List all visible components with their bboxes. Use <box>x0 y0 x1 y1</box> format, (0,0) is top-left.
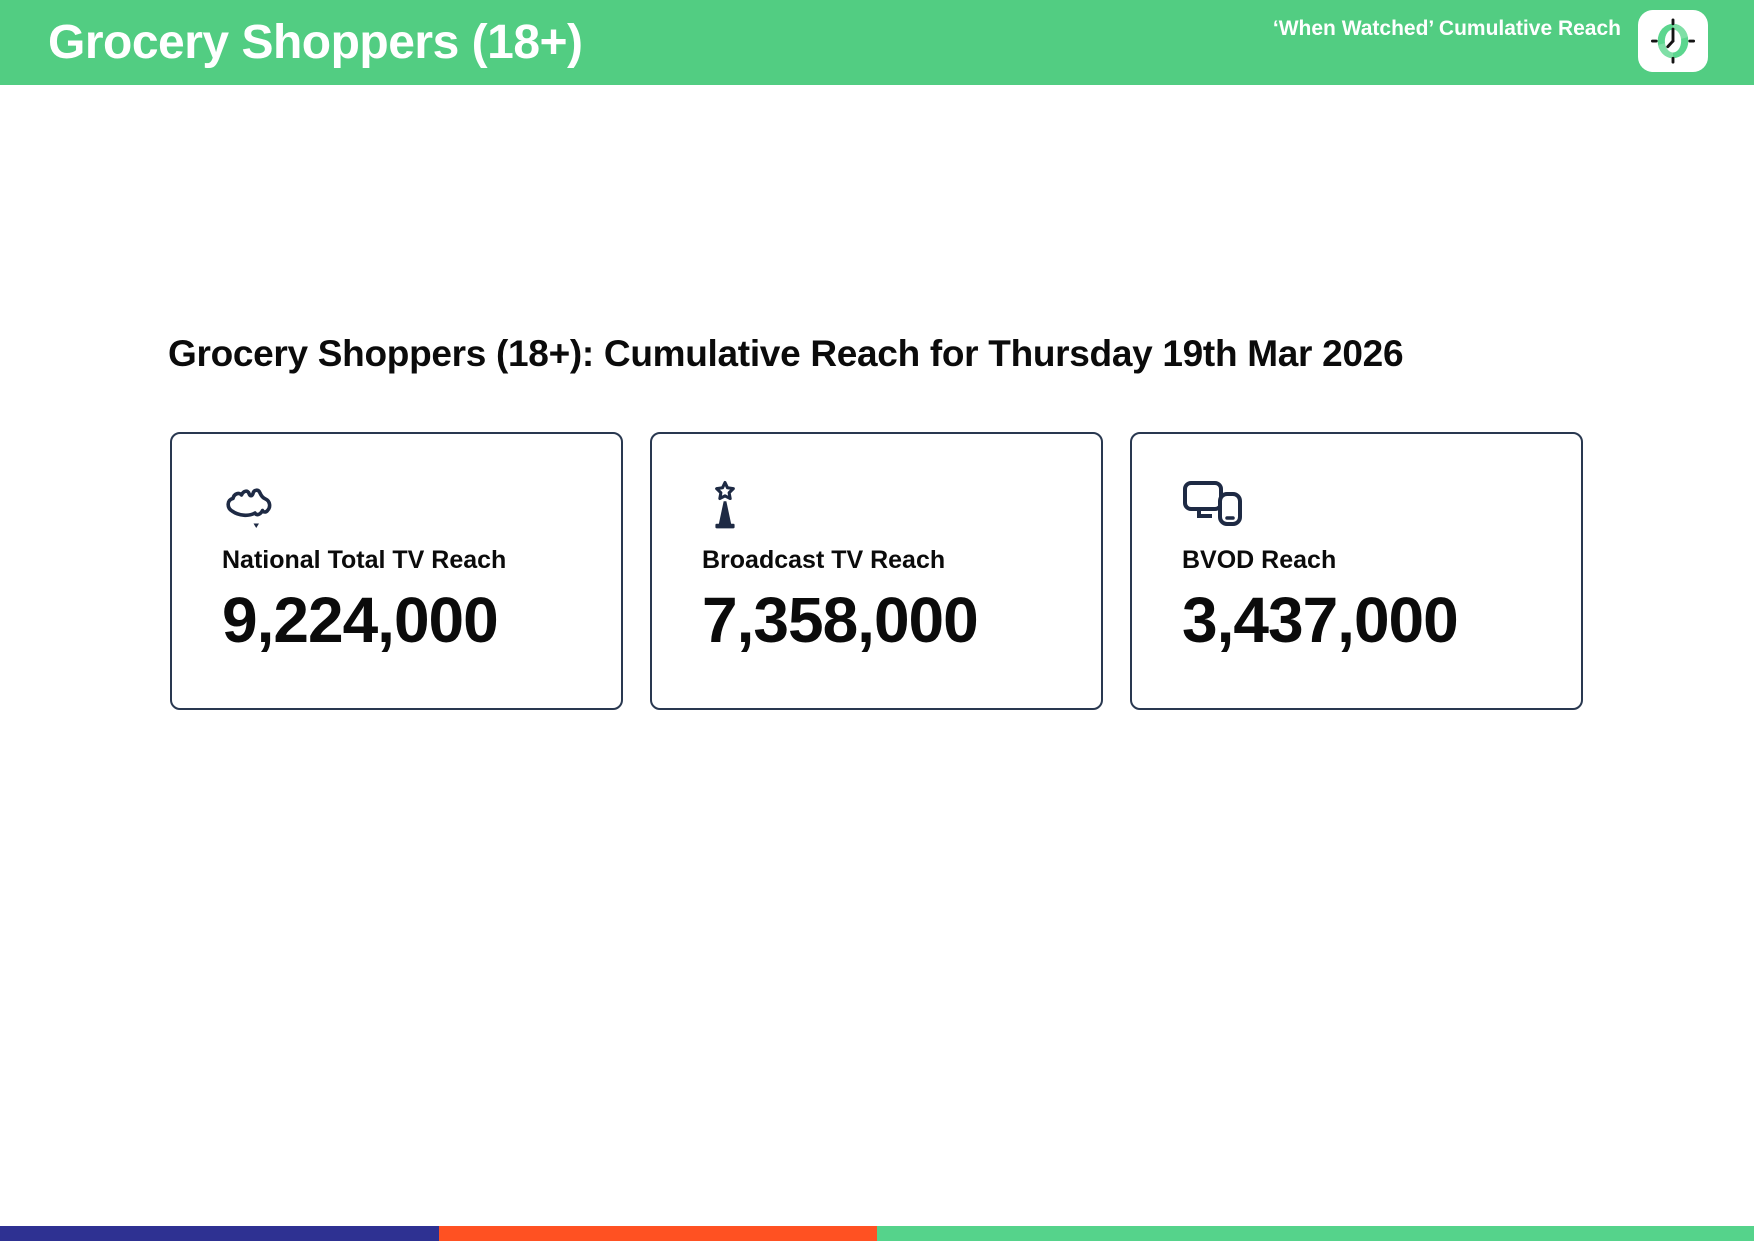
kpi-card-bvod-reach: BVOD Reach 3,437,000 <box>1130 432 1583 710</box>
kpi-label: Broadcast TV Reach <box>702 546 946 574</box>
kpi-cards-row: National Total TV Reach 9,224,000 Broadc… <box>170 432 1586 710</box>
header-subtitle: ‘When Watched’ Cumulative Reach <box>1272 17 1621 40</box>
kpi-card-national-total-tv-reach: National Total TV Reach 9,224,000 <box>170 432 623 710</box>
kpi-value: 3,437,000 <box>1182 584 1459 656</box>
footer-segment-blue <box>0 1226 439 1241</box>
kpi-card-broadcast-tv-reach: Broadcast TV Reach 7,358,000 <box>650 432 1103 710</box>
app-title: Grocery Shoppers (18+) <box>48 16 583 69</box>
kpi-value: 7,358,000 <box>702 584 979 656</box>
kpi-label: National Total TV Reach <box>222 546 507 574</box>
page: Grocery Shoppers (18+) ‘When Watched’ Cu… <box>0 0 1754 1241</box>
broadcast-tower-star-icon <box>702 480 1073 532</box>
clock-face-graphic <box>1650 18 1696 64</box>
header-right-group: ‘When Watched’ Cumulative Reach <box>1273 10 1708 72</box>
clock-logo-icon <box>1638 10 1708 72</box>
footer-color-bar <box>0 1226 1754 1241</box>
kpi-label: BVOD Reach <box>1182 546 1337 574</box>
tv-and-phone-devices-icon <box>1182 480 1553 532</box>
footer-segment-green <box>877 1226 1754 1241</box>
australia-map-icon <box>222 480 593 532</box>
footer-segment-orange <box>438 1226 877 1241</box>
header-bar: Grocery Shoppers (18+) ‘When Watched’ Cu… <box>0 0 1754 85</box>
kpi-value: 9,224,000 <box>222 584 499 656</box>
page-title: Grocery Shoppers (18+): Cumulative Reach… <box>168 333 1404 374</box>
main-content: Grocery Shoppers (18+): Cumulative Reach… <box>0 333 1754 710</box>
